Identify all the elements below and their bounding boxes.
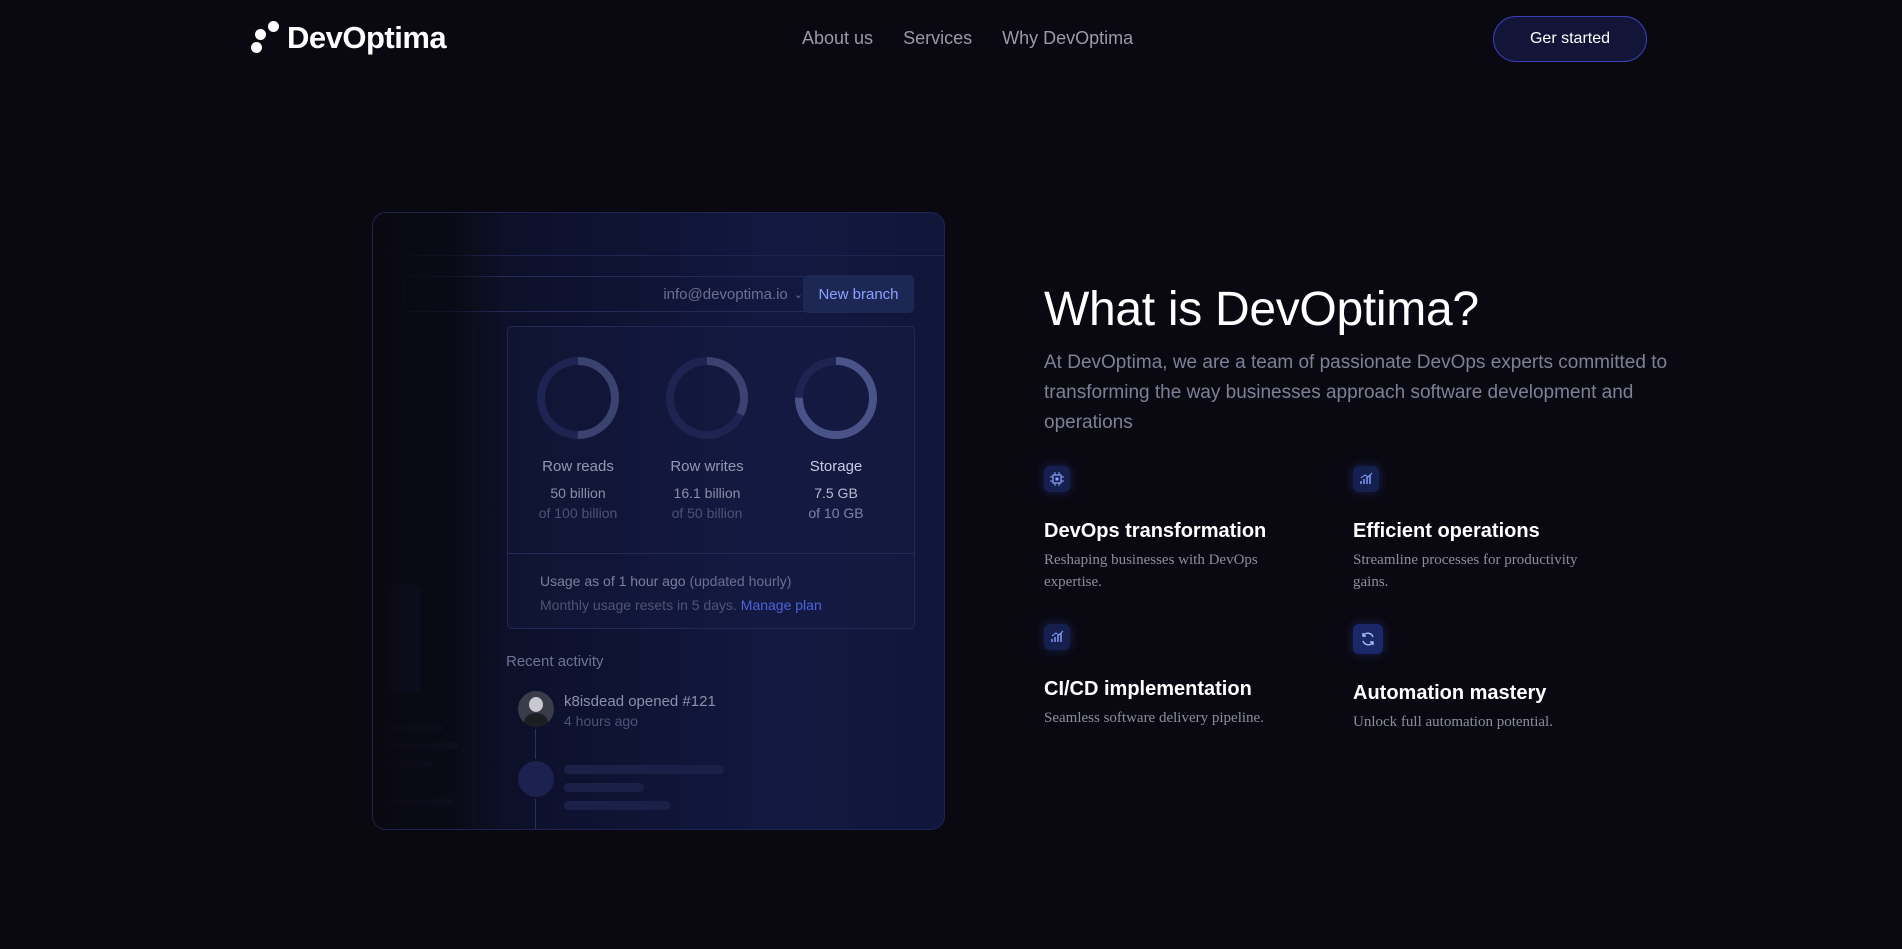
- feature-cicd-implementation: CI/CD implementation Seamless software d…: [1044, 624, 1304, 729]
- manage-plan-link[interactable]: Manage plan: [741, 597, 822, 613]
- nav-link-about[interactable]: About us: [802, 28, 873, 49]
- refresh-icon: [1353, 624, 1383, 654]
- nav-links: About us Services Why DevOptima: [802, 28, 1133, 49]
- feature-efficient-operations: Efficient operations Streamline processe…: [1353, 466, 1613, 593]
- gauge-ring: [666, 357, 748, 439]
- feature-title: DevOps transformation: [1044, 520, 1267, 542]
- sidebar-highlight: [390, 585, 420, 693]
- feature-title: Efficient operations: [1353, 520, 1540, 542]
- section-intro: At DevOptima, we are a team of passionat…: [1044, 352, 1668, 433]
- top-nav: DevOptima About us Services Why DevOptim…: [0, 0, 1902, 80]
- nav-link-why[interactable]: Why DevOptima: [1002, 28, 1133, 49]
- activity-time: 4 hours ago: [564, 713, 638, 729]
- usage-divider: [508, 553, 914, 554]
- mockup-sidebar: [373, 325, 474, 829]
- account-email: info@devoptima.io: [663, 285, 788, 303]
- nav-link-services[interactable]: Services: [903, 28, 972, 49]
- recent-activity-title: Recent activity: [506, 653, 604, 670]
- feature-devops-transformation: DevOps transformation Reshaping business…: [1044, 466, 1304, 593]
- gauge-limit: of 50 billion: [671, 505, 743, 521]
- gauge-value: 50 billion: [550, 485, 606, 501]
- feature-automation-mastery: Automation mastery Unlock full automatio…: [1353, 624, 1613, 733]
- feature-title: Automation mastery: [1353, 682, 1547, 704]
- gauge-storage: Storage 7.5 GB of 10 GB: [791, 355, 881, 521]
- feature-desc: Unlock full automation potential.: [1353, 714, 1553, 730]
- gauge-label: Row reads: [542, 458, 614, 475]
- chip-icon: [1044, 466, 1070, 492]
- chart-icon: [1044, 624, 1070, 650]
- gauge-value: 16.1 billion: [673, 485, 741, 501]
- gauge-row-writes: Row writes 16.1 billion of 50 billion: [662, 355, 752, 521]
- logo-icon: [251, 21, 283, 55]
- brand-name: DevOptima: [287, 20, 447, 55]
- gauge-ring: [537, 357, 619, 439]
- skeleton-line: [564, 765, 724, 774]
- dashboard-mockup: info@devoptima.io ⌄ New branch Row reads…: [372, 212, 945, 830]
- usage-reset: Monthly usage resets in 5 days. Manage p…: [540, 597, 822, 613]
- activity-text: k8isdead opened #121: [564, 693, 716, 710]
- logo[interactable]: DevOptima: [251, 20, 447, 56]
- get-started-button[interactable]: Ger started: [1493, 16, 1647, 62]
- usage-panel: Row reads 50 billion of 100 billion Row …: [507, 326, 915, 629]
- gauge-row-reads: Row reads 50 billion of 100 billion: [533, 355, 623, 521]
- avatar: [518, 691, 554, 727]
- usage-updated: (updated hourly): [689, 573, 792, 589]
- feature-desc: Reshaping businesses with DevOps experti…: [1044, 552, 1258, 590]
- feature-title: CI/CD implementation: [1044, 678, 1252, 700]
- usage-as-of: Usage as of 1 hour ago: [540, 573, 686, 589]
- gauge-label: Row writes: [670, 458, 744, 475]
- usage-status: Usage as of 1 hour ago (updated hourly): [540, 573, 791, 589]
- chevron-down-icon: ⌄: [793, 288, 803, 301]
- chart-icon: [1353, 466, 1379, 492]
- gauge-label: Storage: [809, 458, 863, 475]
- feature-desc: Seamless software delivery pipeline.: [1044, 710, 1264, 726]
- avatar-placeholder: [518, 761, 554, 797]
- section-heading: What is DevOptima?: [1044, 283, 1479, 336]
- timeline-line: [535, 799, 536, 829]
- account-select[interactable]: info@devoptima.io ⌄: [403, 276, 816, 312]
- timeline-line: [535, 729, 536, 759]
- feature-desc: Streamline processes for productivity ga…: [1353, 552, 1578, 590]
- gauge-value: 7.5 GB: [814, 485, 858, 501]
- monthly-reset-text: Monthly usage resets in 5 days.: [540, 597, 737, 613]
- mockup-topbar-divider: [373, 255, 944, 256]
- gauge-limit: of 100 billion: [538, 505, 618, 521]
- skeleton-line: [564, 783, 644, 792]
- new-branch-button[interactable]: New branch: [803, 275, 914, 313]
- skeleton-line: [564, 801, 670, 810]
- gauge-ring: [795, 357, 877, 439]
- gauge-limit: of 10 GB: [808, 505, 864, 521]
